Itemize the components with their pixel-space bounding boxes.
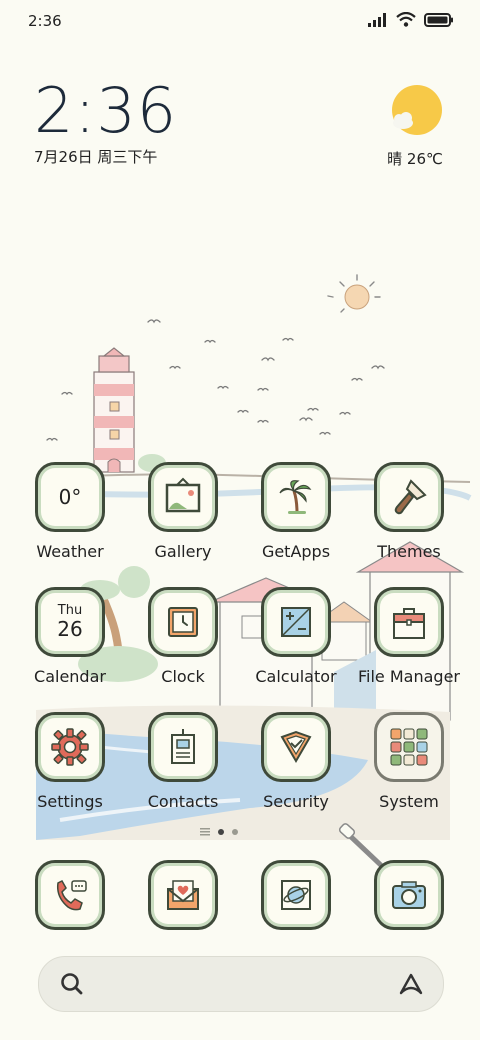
app-clock[interactable]: Clock [127,587,239,686]
status-bar: 2:36 [0,0,480,40]
dock-camera[interactable] [353,860,465,930]
app-file-manager[interactable]: File Manager [353,587,465,686]
dock-messages[interactable] [127,860,239,930]
app-themes[interactable]: Themes [353,462,465,561]
app-getapps[interactable]: GetApps [240,462,352,561]
app-label: Clock [161,667,205,686]
weather-text: 晴 26℃ [387,150,443,168]
app-label: Calendar [34,667,106,686]
signal-icon [368,12,386,27]
app-weather[interactable]: 0° Weather [14,462,126,561]
phone-icon [35,860,105,930]
app-label: Settings [37,792,103,811]
app-label: Calculator [255,667,337,686]
app-label: GetApps [261,542,331,561]
calendar-day: Thu [57,603,83,618]
status-time: 2:36 [28,12,62,30]
app-settings[interactable]: Settings [14,712,126,811]
page-indicator[interactable] [200,828,238,836]
search-icon[interactable] [59,971,85,997]
weather-tile-temp: 0° [58,485,82,509]
sun-cloud-icon [392,85,442,135]
weather-icon: 0° [35,462,105,532]
menu-lines-icon [200,828,210,836]
app-contacts[interactable]: Contacts [127,712,239,811]
clock-widget[interactable]: 2:36 7月26日 周三下午 [34,78,177,167]
app-label: Contacts [147,792,219,811]
app-label: Themes [377,542,441,561]
gallery-icon [148,462,218,532]
shield-icon [261,712,331,782]
folder-grid-icon [374,712,444,782]
calculator-icon [261,587,331,657]
calendar-date: 26 [57,617,83,641]
camera-icon [374,860,444,930]
browser-icon [261,860,331,930]
gear-icon [35,712,105,782]
search-bar[interactable] [38,956,444,1012]
app-label: Security [263,792,329,811]
app-calendar[interactable]: Thu 26 Calendar [14,587,126,686]
wifi-icon [396,12,416,27]
app-system-folder[interactable]: System [353,712,465,811]
clock-date: 7月26日 周三下午 [34,148,158,166]
assistant-icon[interactable] [397,970,425,998]
mail-icon [148,860,218,930]
clock-time: 2:36 [34,74,178,147]
app-calculator[interactable]: Calculator [240,587,352,686]
app-security[interactable]: Security [240,712,352,811]
page-dot [232,829,238,835]
clock-icon [148,587,218,657]
app-label: Weather [36,542,104,561]
app-label: File Manager [358,667,460,686]
weather-widget[interactable]: 晴 26℃ [384,84,446,169]
calendar-icon: Thu 26 [35,587,105,657]
palm-tree-icon [261,462,331,532]
app-label: System [379,792,439,811]
dock-phone[interactable] [14,860,126,930]
battery-icon [424,12,453,27]
paintbrush-icon [374,462,444,532]
app-gallery[interactable]: Gallery [127,462,239,561]
app-label: Gallery [154,542,212,561]
page-dot-active [218,829,224,835]
folder-icon [374,587,444,657]
contact-card-icon [148,712,218,782]
dock-browser[interactable] [240,860,352,930]
